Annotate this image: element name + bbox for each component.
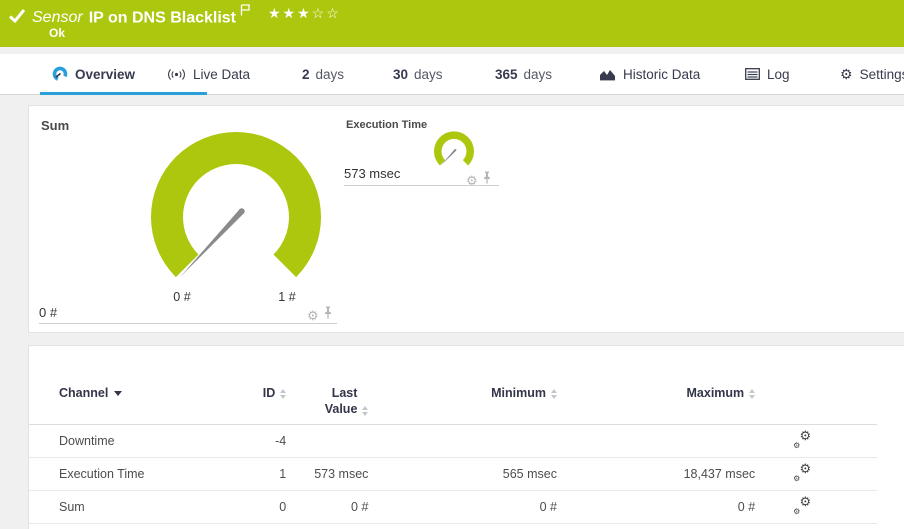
sum-gauge-min-label: 0 #	[173, 290, 191, 304]
tab-2-days-unit: days	[315, 66, 345, 82]
channel-settings-gears-icon[interactable]: ⚙ ⚙	[793, 495, 811, 516]
tab-historic-data[interactable]: Historic Data	[599, 54, 700, 94]
channel-id: -4	[275, 433, 287, 448]
tab-30-days[interactable]: 30 days	[393, 54, 443, 94]
stars-filled[interactable]: ★★★	[268, 5, 312, 21]
column-header-maximum[interactable]: Maximum	[557, 386, 756, 400]
column-header-minimum-label: Minimum	[491, 386, 546, 400]
execution-time-gauge	[434, 131, 474, 166]
sum-current-value: 0 #	[39, 305, 58, 320]
tab-2-days[interactable]: 2 days	[302, 54, 344, 94]
tab-live-data-label: Live Data	[193, 66, 251, 82]
sort-arrows-icon	[362, 406, 369, 417]
channel-name[interactable]: Downtime	[59, 434, 223, 448]
channel-minimum: 0 #	[539, 499, 557, 514]
channel-maximum: 0 #	[737, 499, 756, 514]
channel-name[interactable]: Execution Time	[59, 467, 223, 481]
channel-settings-gears-icon[interactable]: ⚙ ⚙	[793, 462, 811, 483]
channel-last-value: 0 #	[351, 499, 369, 514]
stars-empty[interactable]: ☆☆	[312, 5, 341, 21]
channel-settings-gears-icon[interactable]: ⚙ ⚙	[793, 429, 811, 450]
execution-time-widget-pin-icon[interactable]	[482, 171, 492, 189]
channel-name[interactable]: Sum	[59, 500, 223, 514]
table-header-row: Channel ID Last Value Minimum Maximum	[29, 386, 877, 425]
table-row: Sum 0 0 # 0 # 0 # ⚙ ⚙	[29, 490, 877, 524]
column-header-channel[interactable]: Channel	[59, 386, 223, 400]
column-header-last-value-label: Last Value	[324, 386, 358, 416]
sum-widget-gear-icon[interactable]: ⚙	[307, 309, 319, 322]
tab-30-days-number: 30	[393, 66, 409, 82]
column-header-id[interactable]: ID	[223, 386, 287, 400]
table-row: Execution Time 1 573 msec 565 msec 18,43…	[29, 457, 877, 491]
sum-widget-icons: ⚙	[307, 306, 333, 324]
column-header-last-value[interactable]: Last Value	[286, 386, 369, 417]
object-kind-label: Sensor	[32, 9, 83, 27]
gauge-icon	[52, 66, 68, 82]
priority-stars[interactable]: ★★★☆☆	[268, 5, 341, 22]
sum-gauge-max-label: 1 #	[278, 290, 296, 304]
sensor-name: IP on DNS Blacklist	[88, 9, 237, 27]
tab-settings[interactable]: ⚙ Settings	[840, 54, 904, 94]
execution-time-widget-divider	[344, 185, 499, 186]
status-ok-check-icon	[8, 7, 26, 30]
tab-bar: Overview Live Data 2 days 30 days 365 da…	[0, 54, 904, 95]
column-header-maximum-label: Maximum	[686, 386, 745, 400]
flag-icon[interactable]	[240, 3, 251, 21]
execution-time-widget-icons: ⚙	[466, 171, 492, 189]
channel-minimum: 565 msec	[502, 466, 557, 481]
sort-caret-down-icon	[114, 391, 123, 397]
historic-chart-icon	[599, 68, 616, 81]
column-header-channel-label: Channel	[59, 386, 109, 400]
tab-historic-data-label: Historic Data	[623, 66, 701, 82]
tab-30-days-unit: days	[414, 66, 443, 82]
live-data-icon	[167, 68, 186, 81]
sum-gauge	[151, 132, 321, 278]
tab-365-days[interactable]: 365 days	[495, 54, 552, 94]
sum-widget-divider	[39, 323, 337, 324]
sum-widget-pin-icon[interactable]	[323, 306, 333, 324]
tab-log-label: Log	[767, 66, 790, 82]
tab-live-data[interactable]: Live Data	[167, 54, 250, 94]
channel-maximum: 18,437 msec	[683, 466, 756, 481]
column-header-id-label: ID	[262, 386, 276, 400]
execution-time-current-value: 573 msec	[344, 166, 401, 181]
sort-arrows-icon	[749, 389, 756, 400]
channels-table-panel: Channel ID Last Value Minimum Maximum Do…	[28, 345, 904, 529]
tab-log[interactable]: Log	[745, 54, 790, 94]
tab-2-days-number: 2	[302, 66, 310, 82]
table-row: Downtime -4 ⚙ ⚙	[29, 424, 877, 458]
tab-365-days-unit: days	[523, 66, 553, 82]
settings-gear-icon: ⚙	[840, 66, 853, 82]
sum-gauge-title: Sum	[41, 118, 70, 133]
tab-settings-label: Settings	[859, 66, 904, 82]
execution-time-gauge-title: Execution Time	[346, 119, 428, 131]
column-header-minimum[interactable]: Minimum	[368, 386, 557, 400]
channel-last-value: 573 msec	[314, 466, 369, 481]
sensor-header: Sensor IP on DNS Blacklist ★★★☆☆ Ok	[0, 0, 904, 47]
tab-365-days-number: 365	[495, 66, 518, 82]
channel-id: 1	[279, 466, 287, 481]
sensor-status-text: Ok	[49, 26, 66, 40]
tab-overview-label: Overview	[75, 66, 136, 82]
gauges-panel: Sum 0 # 1 # 0 # ⚙ Execution Time 573 mse…	[28, 105, 904, 333]
log-list-icon	[745, 68, 760, 80]
page-title: Sensor IP on DNS Blacklist	[32, 3, 251, 27]
channel-id: 0	[279, 499, 287, 514]
